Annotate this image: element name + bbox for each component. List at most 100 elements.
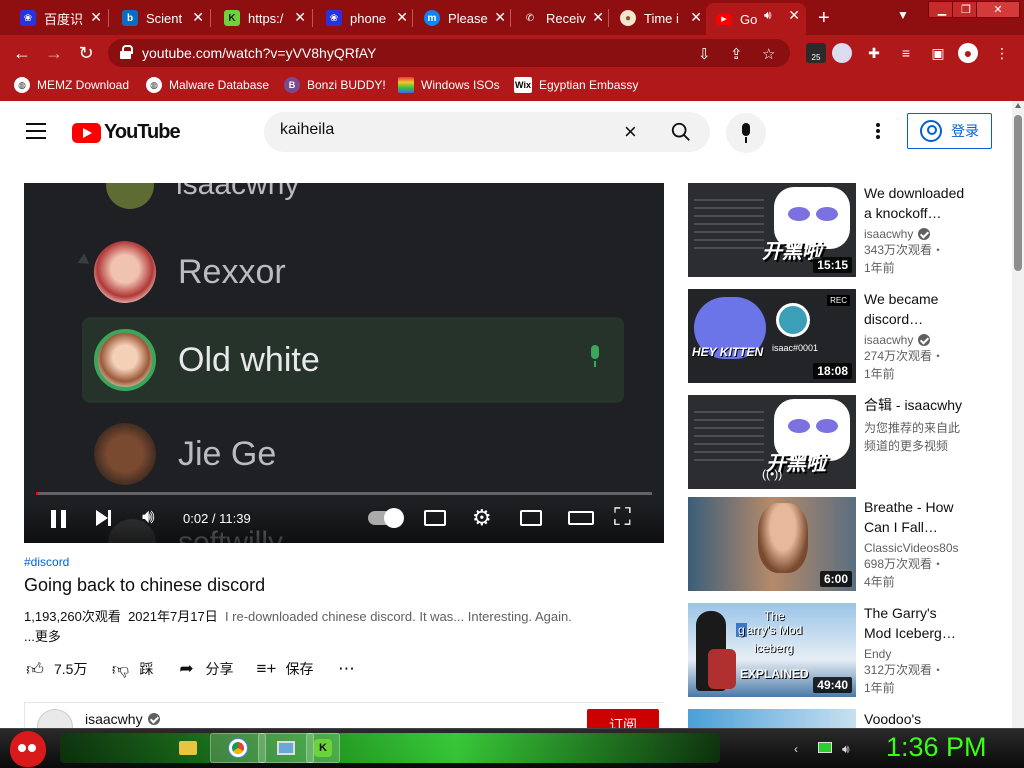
tray-show-hidden-icon[interactable]: ‹ — [794, 742, 798, 756]
tab-time[interactable]: ● Time i ✕ — [610, 5, 708, 31]
close-icon[interactable]: ✕ — [294, 9, 306, 26]
channel-name[interactable]: Endy — [864, 647, 984, 661]
voice-search-mic-icon[interactable] — [726, 113, 766, 153]
volume-icon[interactable]: 🔊︎ — [142, 506, 155, 529]
mix-thumbnail[interactable]: 开黑啦 ((•)) — [688, 395, 856, 489]
tray-volume-icon[interactable]: 🔊︎ — [842, 742, 850, 757]
tab-kook[interactable]: K https:/ ✕ — [214, 5, 312, 31]
bookmark-windows-isos[interactable]: Windows ISOs — [398, 77, 500, 93]
taskbar-file-explorer[interactable] — [160, 733, 216, 763]
tab-receive-sms[interactable]: ✆ Receiv ✕ — [512, 5, 610, 31]
upload-age: 1年前 — [864, 261, 895, 275]
settings-kebab-icon[interactable] — [876, 123, 880, 139]
tab-search-chevron-icon[interactable]: ▼ — [897, 8, 909, 22]
recommended-mix[interactable]: 开黑啦 ((•)) 合辑 - isaacwhy 为您推荐的来自此 频道的更多视频 — [688, 395, 1008, 489]
sign-in-button[interactable]: 登录 — [907, 113, 992, 149]
mix-subtitle: 为您推荐的来自此 — [864, 421, 961, 435]
video-player[interactable]: isaacwhy Rexxor Old white Jie Ge softwil… — [24, 183, 664, 543]
page-scrollbar[interactable] — [1012, 101, 1024, 728]
share-button[interactable]: ➦ 分享 — [175, 658, 233, 680]
recommended-video[interactable]: HEY KITTEN isaac#0001 REC 18:08 We becam… — [688, 289, 1008, 383]
side-panel-icon[interactable]: ▣ — [928, 43, 948, 63]
search-input[interactable] — [280, 121, 610, 139]
video-thumbnail[interactable] — [688, 709, 856, 728]
extension-flag-icon[interactable] — [832, 43, 852, 63]
new-tab-plus-icon[interactable]: + — [818, 7, 830, 30]
theater-mode-icon[interactable] — [568, 511, 594, 525]
video-hashtag[interactable]: #discord — [24, 555, 69, 569]
bookmark-egyptian-embassy[interactable]: Wix Egyptian Embassy — [514, 77, 638, 93]
reload-icon[interactable]: ↻ — [74, 41, 98, 65]
extension-badge-icon[interactable]: 25 — [806, 43, 826, 63]
channel-name[interactable]: isaacwhy — [864, 227, 984, 241]
close-icon[interactable]: ✕ — [192, 9, 204, 26]
recommended-video[interactable]: 6:00 Breathe - How Can I Fall… ClassicVid… — [688, 497, 1008, 591]
media-queue-icon[interactable]: ≡ — [896, 43, 916, 63]
tab-messenger[interactable]: m Please ✕ — [414, 5, 512, 31]
close-icon[interactable]: ✕ — [592, 9, 604, 26]
fullscreen-icon[interactable]: ⛶ — [614, 504, 631, 532]
video-thumbnail[interactable]: The g arry's Mod iceberg EXPLAINED 49:40 — [688, 603, 856, 697]
bookmark-bonzi[interactable]: B Bonzi BUDDY! — [284, 77, 386, 93]
youtube-logo[interactable]: YouTube — [72, 121, 181, 144]
taskbar-kook[interactable]: K — [306, 733, 340, 763]
share-icon[interactable]: ⇪ — [730, 45, 743, 63]
install-app-icon[interactable]: ⇩ — [698, 45, 711, 63]
tray-network-icon[interactable] — [818, 742, 832, 753]
video-title: The Garry's Mod Iceberg… — [864, 605, 956, 641]
address-url[interactable]: youtube.com/watch?v=yVV8hyQRfAY — [142, 45, 376, 61]
bookmark-star-icon[interactable]: ☆ — [762, 45, 775, 63]
search-icon[interactable] — [670, 121, 692, 143]
save-button[interactable]: ≡+ 保存 — [255, 658, 314, 680]
video-thumbnail[interactable]: HEY KITTEN isaac#0001 REC 18:08 — [688, 289, 856, 383]
recommended-video[interactable]: Voodoo's — [688, 709, 1008, 728]
speaker-playing-icon[interactable]: 🔊︎ — [764, 8, 772, 23]
close-icon[interactable]: ✕ — [396, 9, 408, 26]
menu-hamburger-icon[interactable] — [26, 123, 46, 139]
video-thumbnail[interactable]: 6:00 — [688, 497, 856, 591]
chrome-menu-icon[interactable]: ⋮ — [992, 43, 1012, 63]
window-close-icon[interactable]: ✕ — [976, 1, 1020, 18]
more-actions-button[interactable]: ⋯ — [335, 658, 365, 680]
tab-youtube-active[interactable]: ▶ Go 🔊︎ ✕ — [706, 3, 806, 35]
scrollbar-thumb[interactable] — [1014, 115, 1022, 271]
tab-baidu-1[interactable]: ❀ 百度识 ✕ — [10, 5, 108, 31]
address-bar[interactable]: youtube.com/watch?v=yVV8hyQRfAY ⇩ ⇪ ☆ — [108, 39, 790, 67]
recommended-video[interactable]: 开黑啦 15:15 We downloaded a knockoff… isaac… — [688, 183, 1008, 277]
video-thumbnail[interactable]: 开黑啦 15:15 — [688, 183, 856, 277]
pause-icon[interactable] — [51, 510, 71, 528]
dislike-button[interactable]: 👎︎ 踩 — [109, 658, 154, 680]
show-more-link[interactable]: ...更多 — [24, 629, 61, 644]
profile-avatar-icon[interactable]: ● — [958, 43, 978, 63]
scroll-up-arrow-icon[interactable] — [1015, 103, 1021, 108]
recommended-video[interactable]: The g arry's Mod iceberg EXPLAINED 49:40 … — [688, 603, 1008, 697]
next-video-icon[interactable] — [96, 510, 111, 526]
channel-name[interactable]: isaacwhy — [864, 333, 984, 347]
close-icon[interactable]: ✕ — [690, 9, 702, 26]
close-icon[interactable]: ✕ — [788, 7, 800, 24]
channel-name[interactable]: ClassicVideos80s — [864, 541, 984, 555]
taskbar-clock[interactable]: 1:36 PM — [886, 732, 987, 763]
forward-arrow-icon[interactable]: → — [42, 41, 66, 65]
bookmark-malware-db[interactable]: ◍ Malware Database — [146, 77, 269, 93]
start-button-angry-bird-icon[interactable] — [10, 731, 46, 767]
settings-gear-icon[interactable]: ⚙ — [472, 505, 492, 531]
close-icon[interactable]: ✕ — [494, 9, 506, 26]
subtitles-icon[interactable] — [424, 510, 446, 526]
bing-icon: b — [122, 10, 138, 26]
back-arrow-icon[interactable]: ← — [10, 41, 34, 65]
like-button[interactable]: 👍︎ 7.5万 — [24, 658, 87, 680]
extensions-puzzle-icon[interactable]: ✚ — [864, 43, 884, 63]
channel-name[interactable]: isaacwhy — [85, 711, 160, 727]
close-icon[interactable]: ✕ — [90, 9, 102, 26]
lock-icon[interactable] — [120, 45, 133, 59]
video-info: 合辑 - isaacwhy 为您推荐的来自此 频道的更多视频 — [864, 395, 984, 455]
video-description[interactable]: 1,193,260次观看 2021年7月17日 I re-downloaded … — [24, 607, 654, 647]
tab-scientific[interactable]: b Scient ✕ — [112, 5, 210, 31]
bookmark-memz[interactable]: ◍ MEMZ Download — [14, 77, 129, 93]
tab-baidu-2[interactable]: ❀ phone ✕ — [316, 5, 414, 31]
clear-search-icon[interactable]: × — [624, 119, 637, 145]
autoplay-toggle[interactable] — [368, 508, 404, 528]
progress-bar[interactable] — [36, 492, 652, 495]
miniplayer-icon[interactable] — [520, 510, 542, 526]
